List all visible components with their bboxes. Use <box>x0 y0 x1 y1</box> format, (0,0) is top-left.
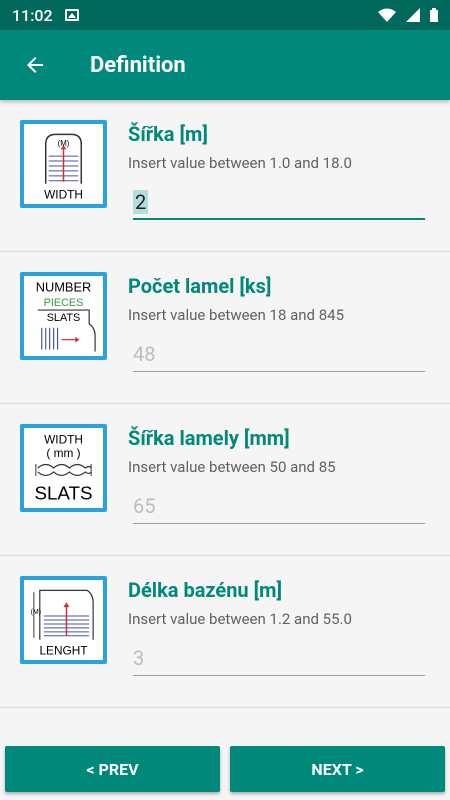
arrow-back-icon <box>27 57 43 73</box>
status-bar: 11:02 <box>0 0 450 30</box>
app-bar: Definition <box>0 30 450 100</box>
image-notification-icon <box>64 9 79 21</box>
wifi-icon <box>378 8 396 22</box>
slat-count-icon-slats: SLATS <box>47 312 81 324</box>
width-icon: (M) WIDTH <box>20 120 107 208</box>
footer-nav: < PREV NEXT > <box>0 746 450 794</box>
pool-length-icon-unit: (M) <box>31 609 41 616</box>
pool-length-row: (M) LENGHT Délka bazénu [m] Insert value… <box>0 556 450 708</box>
pool-length-icon: (M) LENGHT <box>20 576 107 664</box>
slat-count-hint: Insert value between 18 and 845 <box>128 306 345 324</box>
pool-length-input-value: 3 <box>133 646 145 670</box>
slat-width-icon-unit: ( mm ) <box>46 446 80 460</box>
slat-count-row: NUMBER PIECES SLATS Počet lamel [ks] Ins… <box>0 252 450 404</box>
slat-count-icon-number: NUMBER <box>36 279 92 294</box>
pool-length-input[interactable]: 3 <box>133 642 425 676</box>
width-input-value: 2 <box>133 190 149 214</box>
slat-width-icon: WIDTH ( mm ) SLATS <box>20 424 107 512</box>
next-button[interactable]: NEXT > <box>230 746 445 792</box>
width-row: (M) WIDTH Šířka [m] Insert value between… <box>0 100 450 252</box>
slat-width-icon-slats: SLATS <box>34 483 92 504</box>
width-hint: Insert value between 1.0 and 18.0 <box>128 154 352 172</box>
status-time: 11:02 <box>12 5 53 25</box>
pool-length-label: Délka bazénu [m] <box>128 578 283 602</box>
slat-count-label: Počet lamel [ks] <box>128 274 272 298</box>
width-input[interactable]: 2 <box>133 186 425 220</box>
width-icon-unit: (M) <box>58 139 70 148</box>
page-title: Definition <box>90 52 186 78</box>
slat-count-input[interactable]: 48 <box>133 338 425 372</box>
pool-length-icon-caption: LENGHT <box>39 644 87 658</box>
pool-length-hint: Insert value between 1.2 and 55.0 <box>128 610 352 628</box>
slat-count-icon: NUMBER PIECES SLATS <box>20 272 107 360</box>
slat-width-icon-width: WIDTH <box>44 432 83 446</box>
slat-count-input-value: 48 <box>133 342 156 366</box>
slat-width-label: Šířka lamely [mm] <box>128 426 290 450</box>
slat-width-input-value: 65 <box>133 494 156 518</box>
width-label: Šířka [m] <box>128 122 208 146</box>
slat-width-input[interactable]: 65 <box>133 490 425 524</box>
width-icon-caption: WIDTH <box>44 188 83 202</box>
cell-signal-icon <box>406 8 420 22</box>
slat-width-row: WIDTH ( mm ) SLATS Šířka lamely [mm] Ins… <box>0 404 450 556</box>
definition-list: (M) WIDTH Šířka [m] Insert value between… <box>0 100 450 708</box>
prev-button[interactable]: < PREV <box>5 746 220 792</box>
slat-count-icon-pieces: PIECES <box>44 297 84 309</box>
slat-width-hint: Insert value between 50 and 85 <box>128 458 336 476</box>
back-button[interactable] <box>0 30 70 100</box>
battery-icon <box>430 8 438 22</box>
